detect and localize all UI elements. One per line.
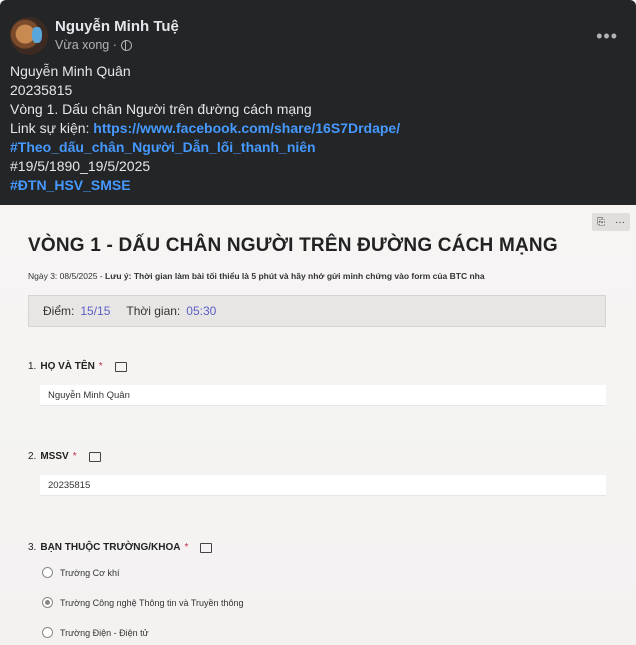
radio-button[interactable]	[42, 627, 53, 638]
radio-button[interactable]	[42, 567, 53, 578]
more-icon[interactable]: ···	[615, 217, 625, 228]
post-time[interactable]: Vừa xong ·	[55, 38, 117, 52]
more-options-button[interactable]: •••	[596, 26, 618, 47]
radio-option[interactable]: Trường Cơ khí	[42, 567, 120, 578]
post-line-round: Vòng 1. Dấu chân Người trên đường cách m…	[10, 101, 312, 117]
score-value: 15/15	[80, 304, 111, 318]
required-marker: *	[98, 361, 103, 372]
immersive-reader-icon[interactable]	[114, 361, 127, 372]
required-marker: *	[72, 451, 77, 462]
question-1-label: 1. HỌ VÀ TÊN *	[28, 361, 127, 372]
option-label: Trường Cơ khí	[60, 567, 120, 578]
required-marker: *	[184, 542, 189, 553]
question-text: HỌ VÀ TÊN	[40, 361, 95, 372]
hashtag-link[interactable]: #Theo_dấu_chân_Người_Dẫn_lối_thanh_niên	[10, 138, 400, 157]
post-line-link: Link sự kiện: https://www.facebook.com/s…	[10, 119, 400, 138]
globe-icon	[120, 39, 132, 51]
question-number: 3.	[28, 542, 37, 553]
post-line-date-tag: #19/5/1890_19/5/2025	[10, 158, 151, 174]
radio-option[interactable]: Trường Điện - Điện tử	[42, 627, 149, 638]
radio-option-selected[interactable]: Trường Công nghệ Thông tin và Truyền thô…	[42, 597, 244, 608]
form-screenshot: ⎘ ··· VÒNG 1 - DẤU CHÂN NGƯỜI TRÊN ĐƯỜNG…	[0, 205, 636, 645]
question-3-label: 3. BẠN THUỘC TRƯỜNG/KHOA *	[28, 542, 213, 553]
option-label: Trường Công nghệ Thông tin và Truyền thô…	[60, 597, 244, 608]
question-number: 1.	[28, 361, 37, 372]
immersive-reader-icon[interactable]	[200, 542, 213, 553]
question-number: 2.	[28, 451, 37, 462]
student-id-answer-field[interactable]: 20235815	[40, 475, 606, 496]
name-answer-field[interactable]: Nguyễn Minh Quân	[40, 385, 606, 406]
post-author[interactable]: Nguyễn Minh Tuệ	[55, 18, 179, 35]
form-desc-date: Ngày 3: 08/5/2025 -	[28, 271, 106, 281]
option-label: Trường Điện - Điện tử	[60, 627, 149, 638]
form-description: Ngày 3: 08/5/2025 - Lưu ý: Thời gian làm…	[28, 271, 485, 281]
post-meta: Vừa xong ·	[55, 38, 132, 52]
question-2-label: 2. MSSV *	[28, 451, 101, 462]
form-title: VÒNG 1 - DẤU CHÂN NGƯỜI TRÊN ĐƯỜNG CÁCH …	[28, 235, 558, 256]
question-text: BẠN THUỘC TRƯỜNG/KHOA	[40, 542, 181, 553]
score-label: Điểm:	[43, 304, 75, 318]
post-line-id: 20235815	[10, 82, 73, 98]
time-value: 05:30	[186, 304, 217, 318]
hashtag-link[interactable]: #ĐTN_HSV_SMSE	[10, 176, 400, 195]
radio-button-selected[interactable]	[42, 597, 53, 608]
score-box: Điểm: 15/15 Thời gian: 05:30	[28, 295, 606, 327]
link-label: Link sự kiện:	[10, 120, 94, 136]
time-label: Thời gian:	[126, 304, 181, 318]
post-line-name: Nguyễn Minh Quân	[10, 63, 131, 79]
immersive-reader-icon[interactable]: ⎘	[597, 217, 605, 228]
immersive-reader-icon[interactable]	[88, 451, 101, 462]
form-desc-note: Lưu ý: Thời gian làm bài tối thiểu là 5 …	[105, 271, 485, 281]
event-link[interactable]: https://www.facebook.com/share/16S7Drdap…	[93, 120, 400, 136]
facebook-post: Nguyễn Minh Tuệ Vừa xong · ••• Nguyễn Mi…	[0, 0, 636, 205]
form-toolbar: ⎘ ···	[592, 213, 630, 231]
post-body: Nguyễn Minh Quân 20235815 Vòng 1. Dấu ch…	[10, 62, 400, 195]
avatar[interactable]	[10, 17, 48, 55]
question-text: MSSV	[40, 451, 69, 462]
